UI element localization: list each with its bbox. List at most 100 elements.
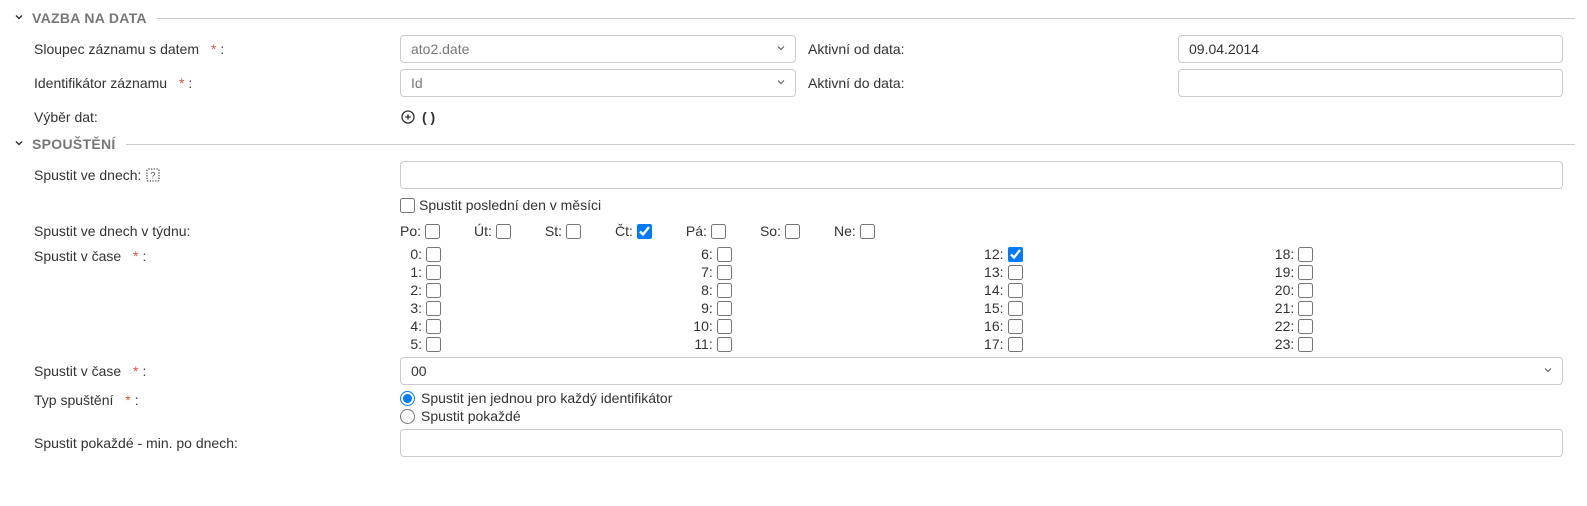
hour-item: 11: xyxy=(691,336,982,352)
hour-label: 6: xyxy=(691,246,713,262)
hour-label: 13: xyxy=(982,264,1004,280)
hour-label: 11: xyxy=(691,336,713,352)
weekday-checkbox[interactable] xyxy=(785,224,800,239)
row-run-at: Spustit v čase *: 00 xyxy=(12,356,1575,386)
identifikator-select[interactable]: Id xyxy=(400,69,796,97)
label-run-days: Spustit ve dnech: ? xyxy=(12,167,400,183)
section-title: SPOUŠTĚNÍ xyxy=(32,136,116,152)
divider xyxy=(157,18,1575,19)
required-star: * xyxy=(211,41,216,57)
weekday-item: Pá: xyxy=(686,223,726,239)
hour-item: 13: xyxy=(982,264,1273,280)
row-identifikator: Identifikátor záznamu *: Id Aktivní do d… xyxy=(12,68,1575,98)
row-weekdays: Spustit ve dnech v týdnu: Po:Út:St:Čt:Pá… xyxy=(12,220,1575,242)
divider xyxy=(126,144,1575,145)
hour-item: 22: xyxy=(1272,318,1563,334)
last-day-checkbox[interactable] xyxy=(400,198,415,213)
row-min-days: Spustit pokaždé - min. po dnech: xyxy=(12,428,1575,458)
hour-checkbox[interactable] xyxy=(426,283,441,298)
hour-item: 4: xyxy=(400,318,691,334)
hour-checkbox[interactable] xyxy=(426,301,441,316)
weekday-checkbox[interactable] xyxy=(637,224,652,239)
weekday-item: So: xyxy=(760,223,800,239)
weekday-label: Pá: xyxy=(686,223,707,239)
sloupec-select[interactable]: ato2.date xyxy=(400,35,796,63)
chevron-down-icon xyxy=(775,75,787,91)
run-type-always-radio[interactable] xyxy=(400,409,415,424)
hour-item: 19: xyxy=(1272,264,1563,280)
hour-checkbox[interactable] xyxy=(1298,319,1313,334)
section-header-vazba: VAZBA NA DATA xyxy=(12,10,1575,26)
run-type-radio-1[interactable]: Spustit jen jednou pro každý identifikát… xyxy=(400,390,1563,406)
run-type-radio-2[interactable]: Spustit pokaždé xyxy=(400,408,1563,424)
weekday-checkbox[interactable] xyxy=(566,224,581,239)
hour-item: 14: xyxy=(982,282,1273,298)
hour-checkbox[interactable] xyxy=(1008,337,1023,352)
hour-checkbox[interactable] xyxy=(717,265,732,280)
hour-checkbox[interactable] xyxy=(1298,301,1313,316)
collapse-icon[interactable] xyxy=(12,11,26,26)
run-at-select[interactable]: 00 xyxy=(400,357,1563,385)
hour-label: 2: xyxy=(400,282,422,298)
hour-checkbox[interactable] xyxy=(717,247,732,262)
row-vyber-dat: Výběr dat: ( ) xyxy=(12,102,1575,132)
hour-checkbox[interactable] xyxy=(1008,319,1023,334)
hour-checkbox[interactable] xyxy=(1298,247,1313,262)
hour-label: 5: xyxy=(400,336,422,352)
label-aktivni-do: Aktivní do data: xyxy=(808,75,1178,91)
hour-checkbox[interactable] xyxy=(1008,265,1023,280)
weekday-label: Ne: xyxy=(834,223,856,239)
weekday-checkbox[interactable] xyxy=(711,224,726,239)
min-days-input[interactable] xyxy=(400,429,1563,457)
label-weekdays: Spustit ve dnech v týdnu: xyxy=(12,223,400,239)
weekday-item: Ne: xyxy=(834,223,875,239)
hour-checkbox[interactable] xyxy=(1298,283,1313,298)
hour-checkbox[interactable] xyxy=(717,319,732,334)
hour-label: 22: xyxy=(1272,318,1294,334)
hour-checkbox[interactable] xyxy=(426,337,441,352)
hour-checkbox[interactable] xyxy=(1008,301,1023,316)
hour-checkbox[interactable] xyxy=(426,265,441,280)
hour-item: 8: xyxy=(691,282,982,298)
hour-checkbox[interactable] xyxy=(426,319,441,334)
weekday-checkbox[interactable] xyxy=(860,224,875,239)
hour-checkbox[interactable] xyxy=(717,301,732,316)
hour-checkbox[interactable] xyxy=(426,247,441,262)
required-star: * xyxy=(133,363,138,379)
help-icon[interactable]: ? xyxy=(145,167,161,183)
hour-label: 8: xyxy=(691,282,713,298)
hour-item: 5: xyxy=(400,336,691,352)
section-header-spousteni: SPOUŠTĚNÍ xyxy=(12,136,1575,152)
hours-column: 12:13:14:15:16:17: xyxy=(982,246,1273,352)
row-run-type: Typ spuštění *: Spustit jen jednou pro k… xyxy=(12,390,1575,424)
hour-item: 20: xyxy=(1272,282,1563,298)
hour-item: 18: xyxy=(1272,246,1563,262)
weekday-label: Út: xyxy=(474,223,492,239)
hour-item: 7: xyxy=(691,264,982,280)
hour-item: 2: xyxy=(400,282,691,298)
label-identifikator: Identifikátor záznamu *: xyxy=(12,75,400,91)
hour-checkbox[interactable] xyxy=(717,283,732,298)
aktivni-od-input[interactable]: 09.04.2014 xyxy=(1178,35,1563,63)
hour-checkbox[interactable] xyxy=(1008,283,1023,298)
hour-checkbox[interactable] xyxy=(717,337,732,352)
hour-item: 0: xyxy=(400,246,691,262)
hours-column: 6:7:8:9:10:11: xyxy=(691,246,982,352)
hour-checkbox[interactable] xyxy=(1298,337,1313,352)
last-day-label: Spustit poslední den v měsíci xyxy=(419,197,601,213)
hour-checkbox[interactable] xyxy=(1298,265,1313,280)
hour-checkbox[interactable] xyxy=(1008,247,1023,262)
run-type-once-radio[interactable] xyxy=(400,391,415,406)
hour-label: 12: xyxy=(982,246,1004,262)
add-filter-button[interactable] xyxy=(400,109,416,125)
hour-label: 23: xyxy=(1272,336,1294,352)
row-run-days: Spustit ve dnech: ? xyxy=(12,160,1575,190)
weekday-item: Út: xyxy=(474,223,511,239)
weekday-checkbox[interactable] xyxy=(496,224,511,239)
weekday-checkbox[interactable] xyxy=(425,224,440,239)
collapse-icon[interactable] xyxy=(12,137,26,152)
run-days-input[interactable] xyxy=(400,161,1563,189)
hour-label: 14: xyxy=(982,282,1004,298)
aktivni-do-input[interactable] xyxy=(1178,69,1563,97)
hour-label: 3: xyxy=(400,300,422,316)
